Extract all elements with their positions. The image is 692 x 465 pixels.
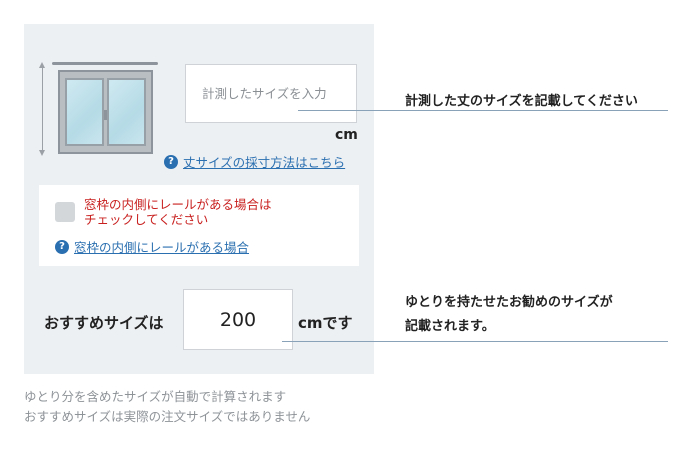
size-note: 計測した丈のサイズを記載してください [405,94,638,109]
inner-rail-help-link-label: 窓枠の内側にレールがある場合 [74,240,250,255]
size-unit-label: cm [335,127,358,143]
recommended-size-label: おすすめサイズは [44,314,164,332]
measured-size-input[interactable] [185,64,357,123]
recommend-note-leader-line [282,341,668,342]
footnote: ゆとり分を含めたサイズが自動で計算されます おすすめサイズは実際の注文サイズでは… [24,389,311,424]
question-icon: ? [164,154,178,169]
recommended-size-unit: cmです [298,314,353,332]
recommend-note: ゆとりを持たせたお勧めのサイズが 記載されます。 [405,295,613,334]
window-pane-right-icon [107,78,146,146]
height-dimension-arrow-icon [39,62,45,156]
inner-rail-checkbox[interactable] [55,202,75,222]
question-icon: ? [55,239,69,254]
measure-help-link[interactable]: ? 丈サイズの採寸方法はこちら [164,152,345,171]
inner-rail-help-link[interactable]: ? 窓枠の内側にレールがある場合 [55,237,249,256]
window-handle-icon [104,110,107,120]
curtain-rail-icon [52,62,158,65]
inner-rail-option-box: 窓枠の内側にレールがある場合は チェックしてください ? 窓枠の内側にレールがあ… [39,185,359,266]
window-frame-icon [58,70,153,154]
recommended-size-field [183,289,293,350]
window-pane-left-icon [65,78,104,146]
inner-rail-checkbox-label[interactable]: 窓枠の内側にレールがある場合は チェックしてください [84,197,272,227]
window-illustration [38,60,163,160]
measure-help-link-label: 丈サイズの採寸方法はこちら [183,155,346,170]
size-note-leader-line [298,110,668,111]
